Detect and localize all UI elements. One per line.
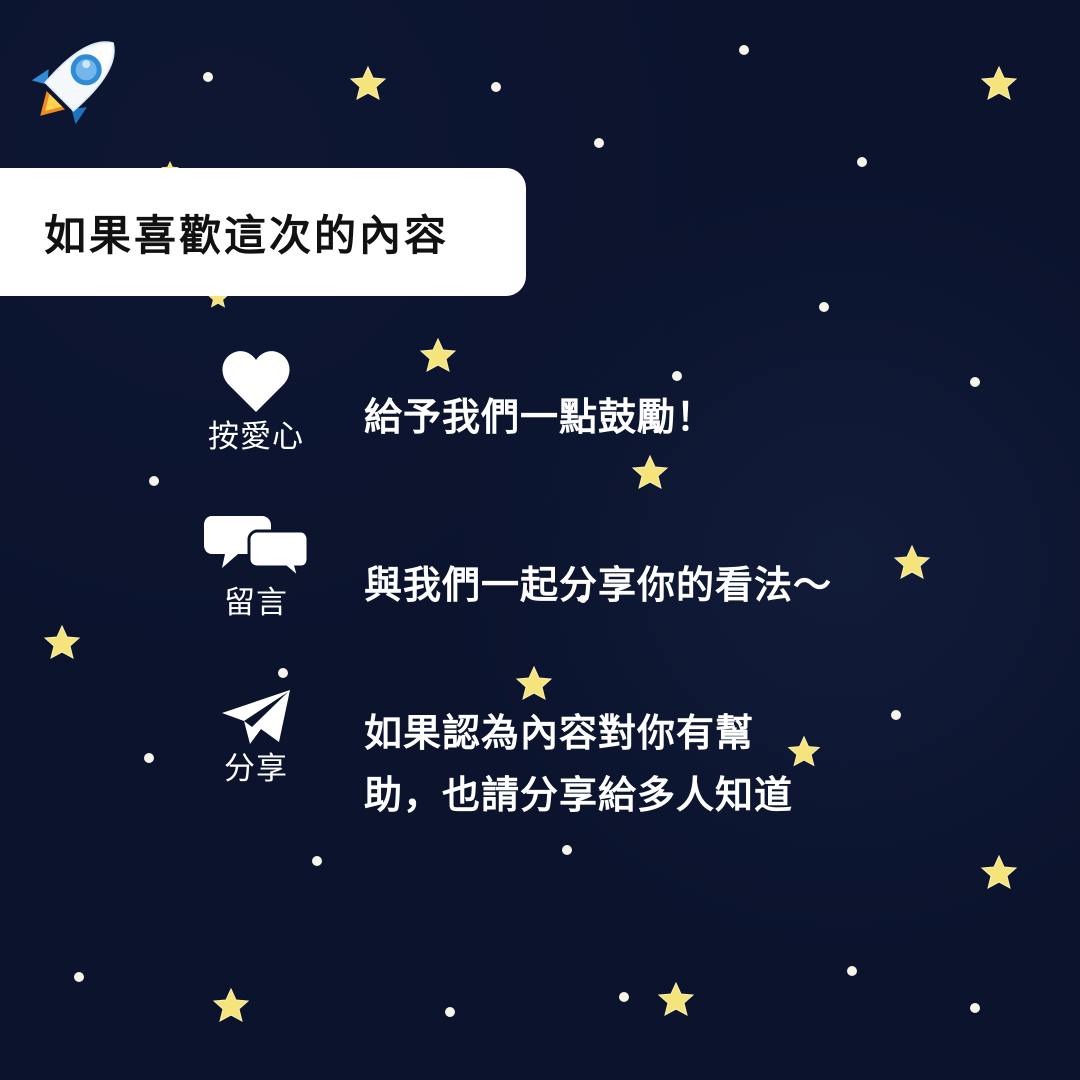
white-dot-star: [144, 753, 154, 763]
share-label: 分享: [224, 751, 288, 787]
like-label: 按愛心: [208, 419, 304, 455]
white-dot-star: [562, 845, 572, 855]
yellow-star-icon: [349, 65, 387, 100]
rocket-svg: [31, 41, 115, 125]
speech-bubbles-icon: [204, 516, 308, 580]
yellow-star-icon: [43, 624, 81, 659]
comment-description: 與我們一起分享你的看法～: [364, 563, 833, 607]
comment-label: 留言: [224, 585, 288, 621]
white-dot-star: [445, 1007, 455, 1017]
starfield: [0, 0, 1080, 1080]
like-description: 給予我們一點鼓勵！: [364, 395, 716, 439]
white-dot-star: [970, 1003, 980, 1013]
yellow-star-icon: [657, 981, 695, 1016]
white-dot-star: [970, 377, 980, 387]
share-button[interactable]: 分享: [198, 688, 314, 785]
yellow-star-icon: [419, 337, 457, 372]
rocket-icon: [18, 20, 136, 138]
white-dot-star: [739, 45, 749, 55]
white-dot-star: [278, 668, 288, 678]
star-field-svg: [43, 45, 1018, 1022]
like-button[interactable]: 按愛心: [198, 350, 314, 453]
white-dot-star: [203, 72, 213, 82]
white-dot-star: [819, 302, 829, 312]
white-dot-star: [312, 856, 322, 866]
comment-button[interactable]: 留言: [198, 512, 314, 619]
yellow-star-icon: [212, 987, 250, 1022]
yellow-star-icon: [980, 854, 1018, 889]
yellow-star-icon: [980, 65, 1018, 100]
white-dot-star: [619, 992, 629, 1002]
yellow-star-icon: [631, 454, 669, 489]
white-dot-star: [149, 476, 159, 486]
paper-plane-icon: [222, 690, 290, 744]
title-card: 如果喜歡這次的內容: [0, 168, 526, 296]
share-description: 如果認為內容對你有幫 助，也請分享給多人知道: [364, 711, 794, 817]
white-dot-star: [491, 82, 501, 92]
white-dot-star: [74, 972, 84, 982]
heart-icon: [222, 351, 290, 412]
yellow-star-icon: [515, 665, 553, 700]
page-canvas: 如果喜歡這次的內容 按愛心 給予我們一點鼓勵！ 留言 與我們一起分享你的看法～ …: [0, 0, 1080, 1080]
white-dot-star: [847, 966, 857, 976]
page-title: 如果喜歡這次的內容: [44, 210, 450, 260]
white-dot-star: [672, 371, 682, 381]
white-dot-star: [857, 157, 867, 167]
white-dot-star: [594, 138, 604, 148]
